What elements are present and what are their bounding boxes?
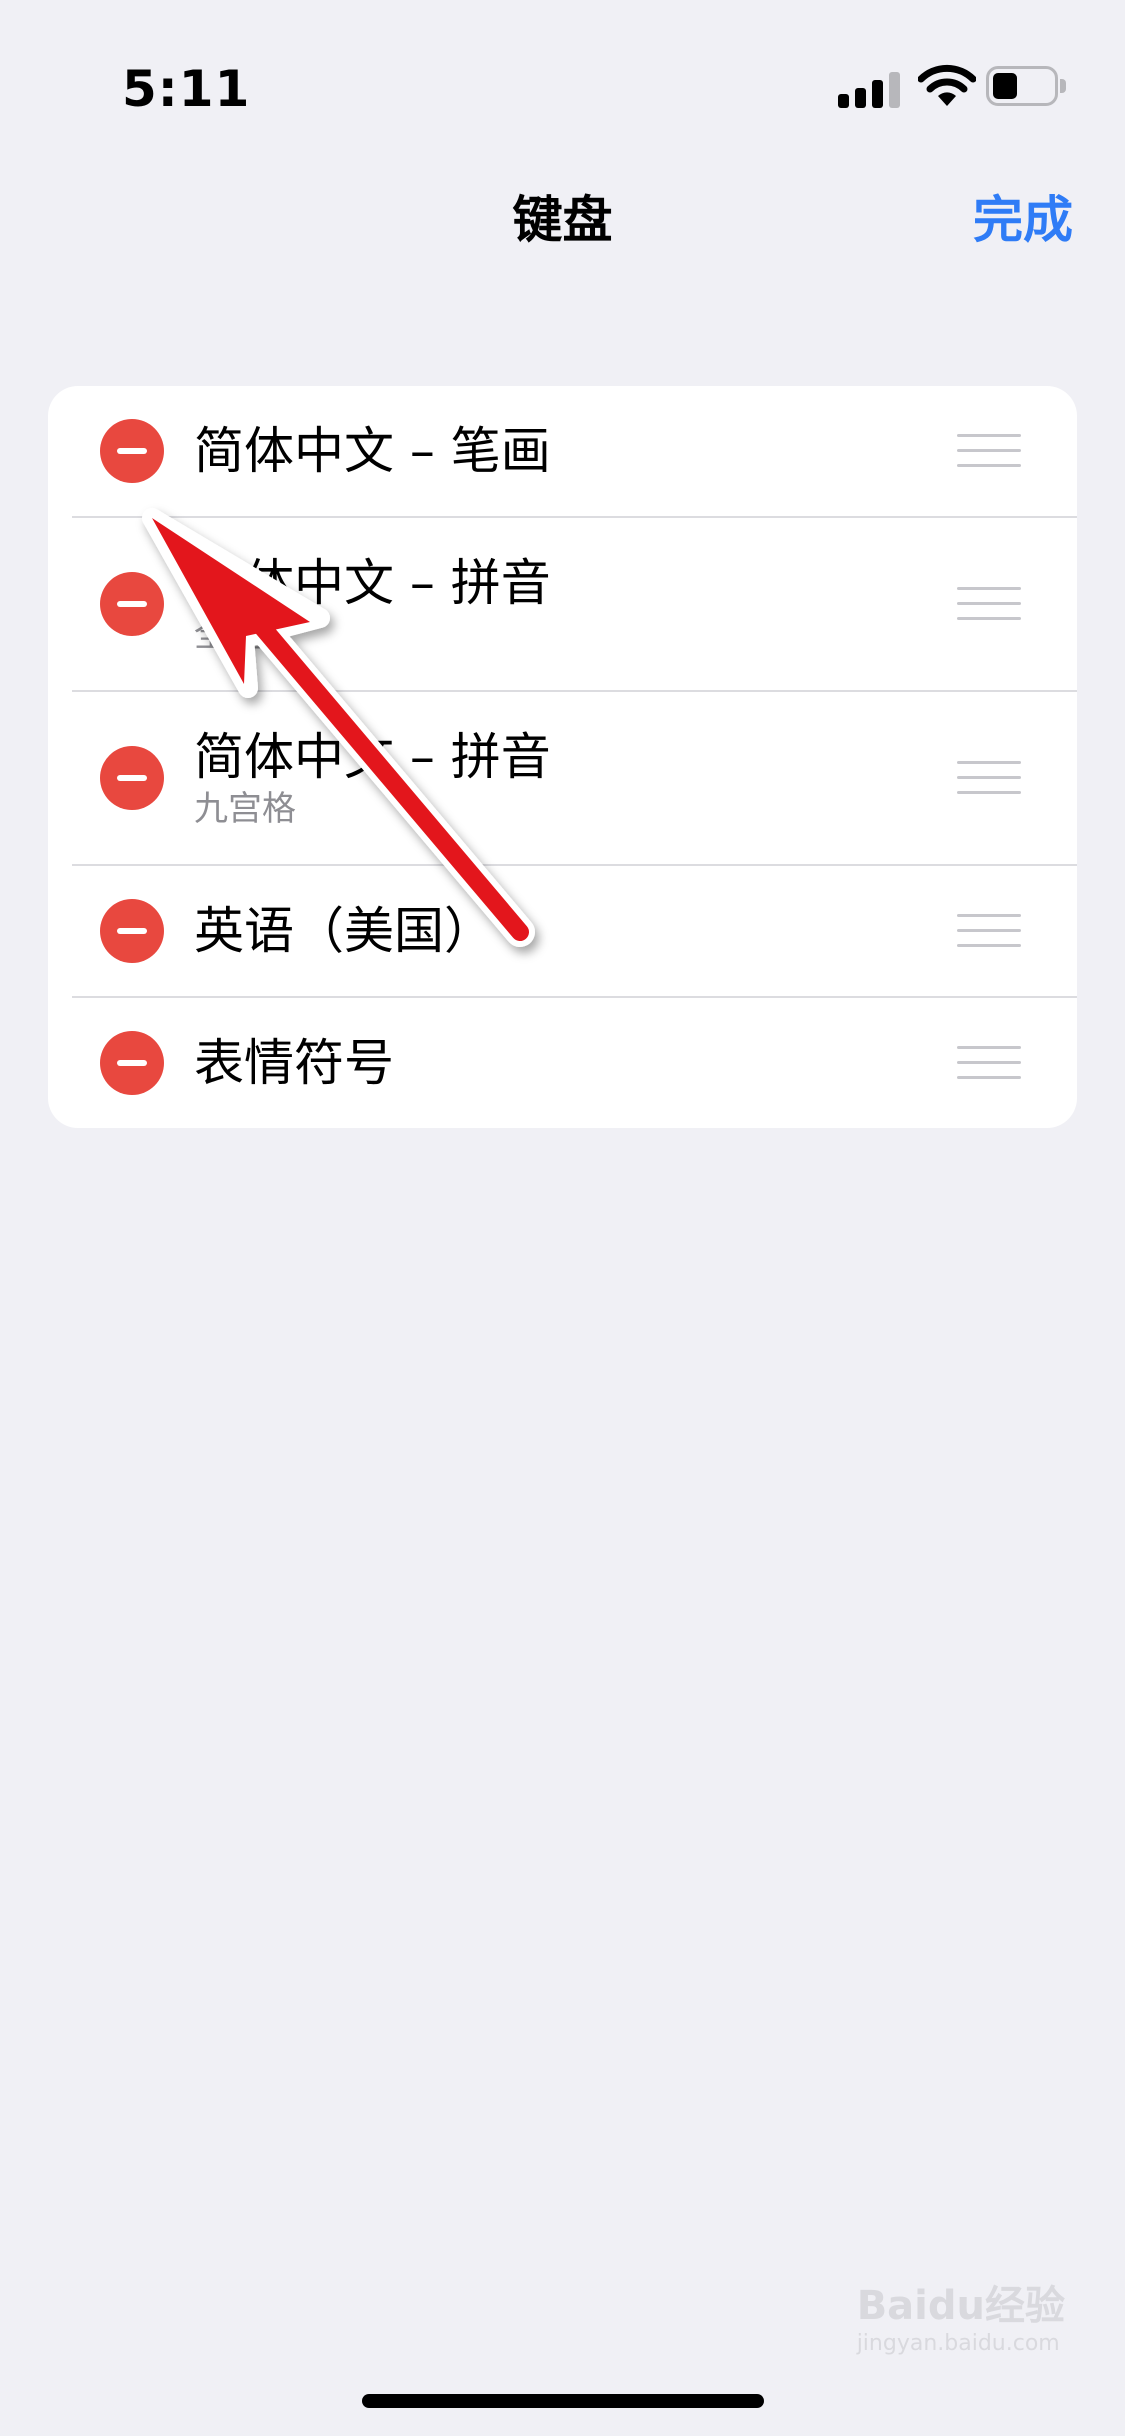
watermark-url: jingyan.baidu.com bbox=[856, 2331, 1060, 2356]
keyboard-label: 简体中文 – 笔画 bbox=[194, 422, 551, 480]
delete-icon[interactable] bbox=[100, 572, 164, 636]
reorder-handle-icon[interactable] bbox=[957, 587, 1021, 621]
done-button[interactable]: 完成 bbox=[973, 180, 1073, 252]
annotation-arrow-icon bbox=[142, 508, 535, 947]
keyboard-row: 简体中文 – 拼音 九宫格 bbox=[72, 690, 1077, 864]
keyboard-row: 英语（美国） bbox=[72, 864, 1077, 996]
keyboard-sublabel: 全键盘 bbox=[194, 615, 296, 655]
keyboard-sublabel: 九宫格 bbox=[194, 789, 296, 829]
delete-icon[interactable] bbox=[100, 899, 164, 963]
keyboard-label: 简体中文 – 拼音 bbox=[194, 554, 551, 612]
reorder-handle-icon[interactable] bbox=[957, 434, 1021, 468]
keyboard-label: 英语（美国） bbox=[194, 902, 494, 960]
keyboard-row: 简体中文 – 拼音 全键盘 bbox=[72, 516, 1077, 690]
delete-icon[interactable] bbox=[100, 419, 164, 483]
battery-icon bbox=[986, 66, 1066, 110]
status-time: 5:11 bbox=[122, 60, 251, 118]
reorder-handle-icon[interactable] bbox=[957, 914, 1021, 948]
page-title: 键盘 bbox=[512, 191, 613, 249]
reorder-handle-icon[interactable] bbox=[957, 1046, 1021, 1080]
status-bar: 5:11 bbox=[0, 0, 1125, 140]
wifi-icon bbox=[918, 64, 976, 106]
delete-icon[interactable] bbox=[100, 1031, 164, 1095]
cellular-signal-icon bbox=[838, 68, 900, 108]
keyboard-row: 简体中文 – 笔画 bbox=[48, 386, 1077, 516]
delete-icon[interactable] bbox=[100, 746, 164, 810]
keyboard-list: 简体中文 – 笔画 简体中文 – 拼音 全键盘 简体中文 – 拼音 九宫格 英语… bbox=[48, 386, 1077, 1128]
reorder-handle-icon[interactable] bbox=[957, 761, 1021, 795]
keyboard-label: 简体中文 – 拼音 bbox=[194, 728, 551, 786]
home-indicator[interactable] bbox=[362, 2394, 764, 2408]
keyboard-label: 表情符号 bbox=[194, 1034, 394, 1092]
watermark: Baidu经验 jingyan.baidu.com bbox=[857, 2273, 1065, 2356]
keyboard-row: 表情符号 bbox=[72, 996, 1077, 1128]
watermark-brand: Baidu经验 bbox=[856, 2283, 1065, 2329]
